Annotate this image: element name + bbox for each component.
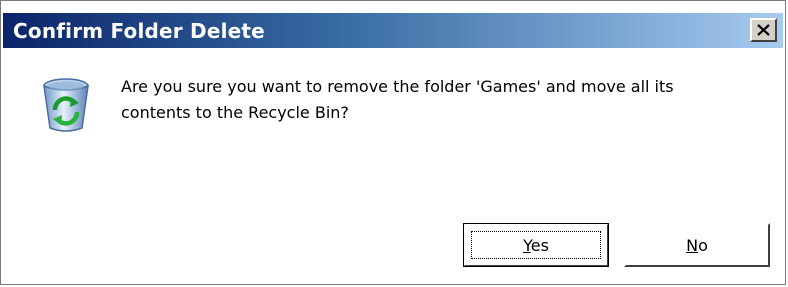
yes-button-label: Yes	[523, 236, 549, 255]
yes-mnemonic: Y	[523, 235, 531, 255]
no-mnemonic: N	[686, 235, 699, 255]
close-button[interactable]	[750, 18, 777, 42]
no-label-rest: o	[698, 235, 708, 255]
title-bar[interactable]: Confirm Folder Delete	[3, 13, 783, 48]
confirm-dialog: Confirm Folder Delete Are you sure you w…	[0, 0, 786, 285]
yes-label-rest: es	[530, 235, 549, 255]
message-line-2: contents to the Recycle Bin?	[121, 103, 349, 122]
message-line-1: Are you sure you want to remove the fold…	[121, 77, 674, 96]
close-icon	[757, 24, 770, 36]
confirmation-message: Are you sure you want to remove the fold…	[121, 74, 761, 126]
dialog-body: Are you sure you want to remove the fold…	[3, 48, 783, 284]
recycle-bin-icon	[43, 78, 89, 132]
yes-button[interactable]: Yes	[463, 223, 609, 267]
no-button-label: No	[686, 236, 708, 255]
dialog-title: Confirm Folder Delete	[13, 19, 265, 43]
no-button[interactable]: No	[624, 223, 770, 267]
